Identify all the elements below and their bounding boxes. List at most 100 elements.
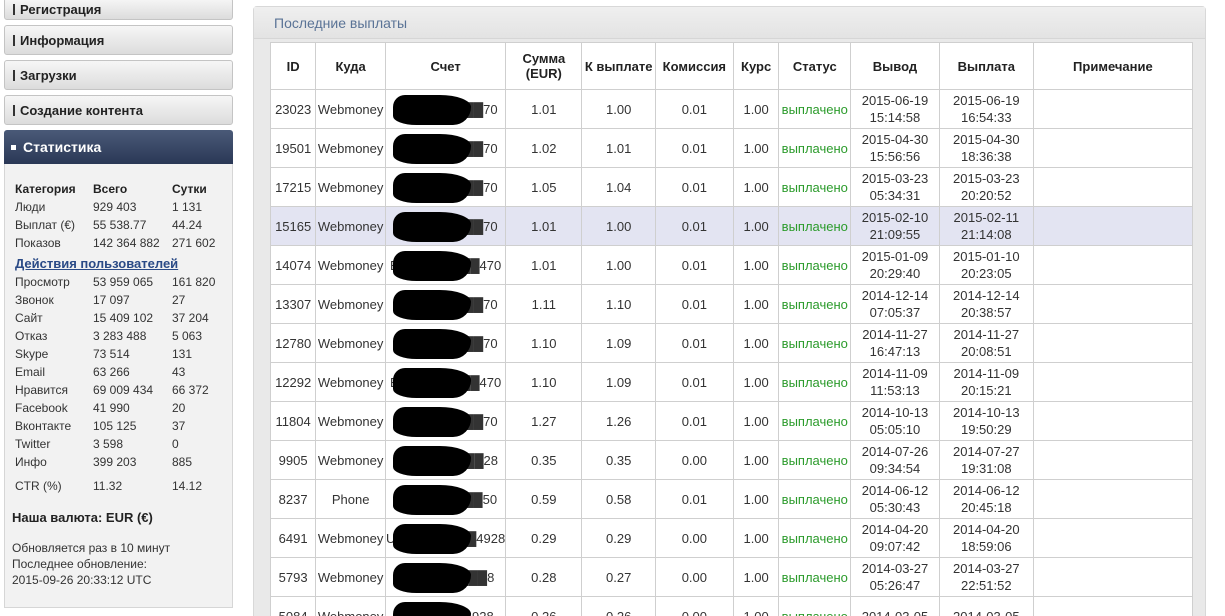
user-actions-link[interactable]: Действия пользователей [15, 255, 232, 273]
cell-commission: 0.01 [654, 89, 734, 129]
table-row[interactable]: 17215WebmoneyE1████████701.051.040.011.0… [269, 167, 1194, 207]
cell-withdrawal: 2015-02-10 21:09:55 [850, 206, 940, 246]
stats-total: 15 409 102 [93, 311, 154, 325]
stats-row: Люди 929 403 1 131 [15, 198, 232, 216]
cell-rate: 1.00 [732, 323, 780, 363]
stats-row: Отказ 3 283 488 5 063 [15, 327, 232, 345]
cell-account: E1████████470 [384, 362, 507, 402]
cell-commission: 0.01 [654, 479, 734, 519]
time: 05:26:47 [869, 578, 921, 593]
cell-id: 14074 [269, 245, 317, 285]
time: 18:59:06 [960, 539, 1012, 554]
date: 2014-11-27 [862, 327, 928, 342]
cell-id: 15165 [269, 206, 317, 246]
table-row[interactable]: 15165WebmoneyE1████████701.011.000.011.0… [269, 206, 1194, 246]
table-row[interactable]: 13307WebmoneyE1████████701.111.100.011.0… [269, 284, 1194, 324]
cell-id: 12292 [269, 362, 317, 402]
time: 05:05:10 [869, 422, 921, 437]
cell-rate: 1.00 [732, 440, 780, 480]
date: 2014-11-09 [953, 366, 1020, 381]
date: 2014-07-26 [861, 444, 929, 459]
stats-row: Email 63 266 43 [15, 363, 232, 381]
stats-total: 41 990 [93, 401, 130, 415]
stats-total: 17 097 [93, 293, 130, 307]
cell-amount: 1.05 [505, 167, 583, 207]
redaction-mark [393, 602, 471, 616]
col-note: Примечание [1032, 42, 1194, 90]
cell-to-pay: 1.09 [581, 362, 656, 402]
cell-to-pay: 1.10 [581, 284, 656, 324]
table-row[interactable]: 5793WebmoneyU3████████80.280.270.001.00в… [269, 557, 1194, 597]
col-account: Счет [384, 42, 507, 90]
redaction-mark [393, 563, 471, 593]
cell-note [1032, 206, 1194, 246]
cell-destination: Webmoney [315, 128, 386, 168]
cell-withdrawal: 2015-06-19 15:14:58 [850, 89, 940, 129]
stats-total: 53 959 065 [93, 275, 154, 289]
date: 2014-11-27 [953, 327, 1020, 342]
table-row[interactable]: 6491WebmoneyU3████████49280.290.290.001.… [269, 518, 1194, 558]
cell-destination: Webmoney [315, 596, 386, 616]
cell-rate: 1.00 [732, 206, 780, 246]
cell-to-pay: 1.04 [581, 167, 656, 207]
cell-withdrawal: 2014-03-05 [850, 596, 940, 616]
menu-bar-icon [13, 34, 15, 46]
stats-col-category: Категория [15, 182, 76, 196]
table-row[interactable]: 12780WebmoneyE1████████701.101.090.011.0… [269, 323, 1194, 363]
last-update-value: 2015-09-26 20:33:12 UTC [12, 573, 152, 587]
table-row[interactable]: 5084WebmoneyU3279075149280.260.260.001.0… [269, 596, 1194, 616]
square-bullet-icon [11, 144, 16, 150]
table-row[interactable]: 9905WebmoneyU3████████280.350.350.001.00… [269, 440, 1194, 480]
cell-to-pay: 0.27 [581, 557, 656, 597]
table-row[interactable]: 14074WebmoneyE1████████4701.011.000.011.… [269, 245, 1194, 285]
cell-commission: 0.01 [654, 284, 734, 324]
time: 11:53:13 [870, 383, 920, 398]
cell-amount: 1.27 [505, 401, 583, 441]
col-to-pay: К выплате [581, 42, 656, 90]
menu-content-creation-button[interactable]: Создание контента [4, 95, 233, 125]
cell-note [1032, 128, 1194, 168]
table-row[interactable]: 12292WebmoneyE1████████4701.101.090.011.… [269, 362, 1194, 402]
cell-amount: 0.29 [505, 518, 583, 558]
cell-payout: 2014-07-27 19:31:08 [938, 440, 1034, 480]
table-row[interactable]: 8237Phone+3████████500.590.580.011.00вып… [269, 479, 1194, 519]
stats-row: Нравится 69 009 434 66 372 [15, 381, 232, 399]
cell-amount: 1.01 [505, 206, 583, 246]
col-id: ID [269, 42, 317, 90]
cell-account: U3████████4928 [384, 518, 507, 558]
cell-payout: 2014-04-20 18:59:06 [938, 518, 1034, 558]
cell-destination: Webmoney [315, 206, 386, 246]
date: 2015-01-10 [953, 249, 1020, 264]
statistics-title: Статистика [23, 139, 102, 155]
menu-registration-button[interactable]: Регистрация [4, 0, 233, 20]
table-row[interactable]: 23023WebmoneyE1████████701.011.000.011.0… [269, 89, 1194, 129]
cell-payout: 2015-03-23 20:20:52 [938, 167, 1034, 207]
cell-to-pay: 0.35 [581, 440, 656, 480]
time: 22:51:52 [960, 578, 1012, 593]
table-row[interactable]: 11804WebmoneyE1████████701.271.260.011.0… [269, 401, 1194, 441]
menu-information-button[interactable]: Информация [4, 25, 233, 55]
date: 2014-12-14 [861, 288, 929, 303]
cell-payout: 2014-06-12 20:45:18 [938, 479, 1034, 519]
stats-day: 37 204 [172, 311, 209, 325]
menu-downloads-button[interactable]: Загрузки [4, 60, 233, 90]
table-row[interactable]: 19501WebmoneyE1████████701.021.010.011.0… [269, 128, 1194, 168]
cell-id: 19501 [269, 128, 317, 168]
cell-to-pay: 0.29 [581, 518, 656, 558]
statistics-header[interactable]: Статистика [4, 130, 233, 164]
cell-account: E1████████70 [384, 401, 507, 441]
cell-withdrawal: 2014-11-09 11:53:13 [850, 362, 940, 402]
stats-category: Сайт [15, 311, 43, 325]
time: 09:07:42 [869, 539, 921, 554]
stats-total: 69 009 434 [93, 383, 154, 397]
col-status: Статус [778, 42, 852, 90]
menu-bar-icon [13, 104, 15, 116]
stats-category: Показов [15, 236, 61, 250]
cell-note [1032, 440, 1194, 480]
stats-day: 27 [172, 293, 186, 307]
cell-withdrawal: 2014-07-26 09:34:54 [850, 440, 940, 480]
cell-status: выплачено [778, 284, 852, 324]
cell-to-pay: 1.00 [581, 89, 656, 129]
stats-day: 44.24 [172, 218, 203, 232]
cell-status: выплачено [778, 206, 852, 246]
